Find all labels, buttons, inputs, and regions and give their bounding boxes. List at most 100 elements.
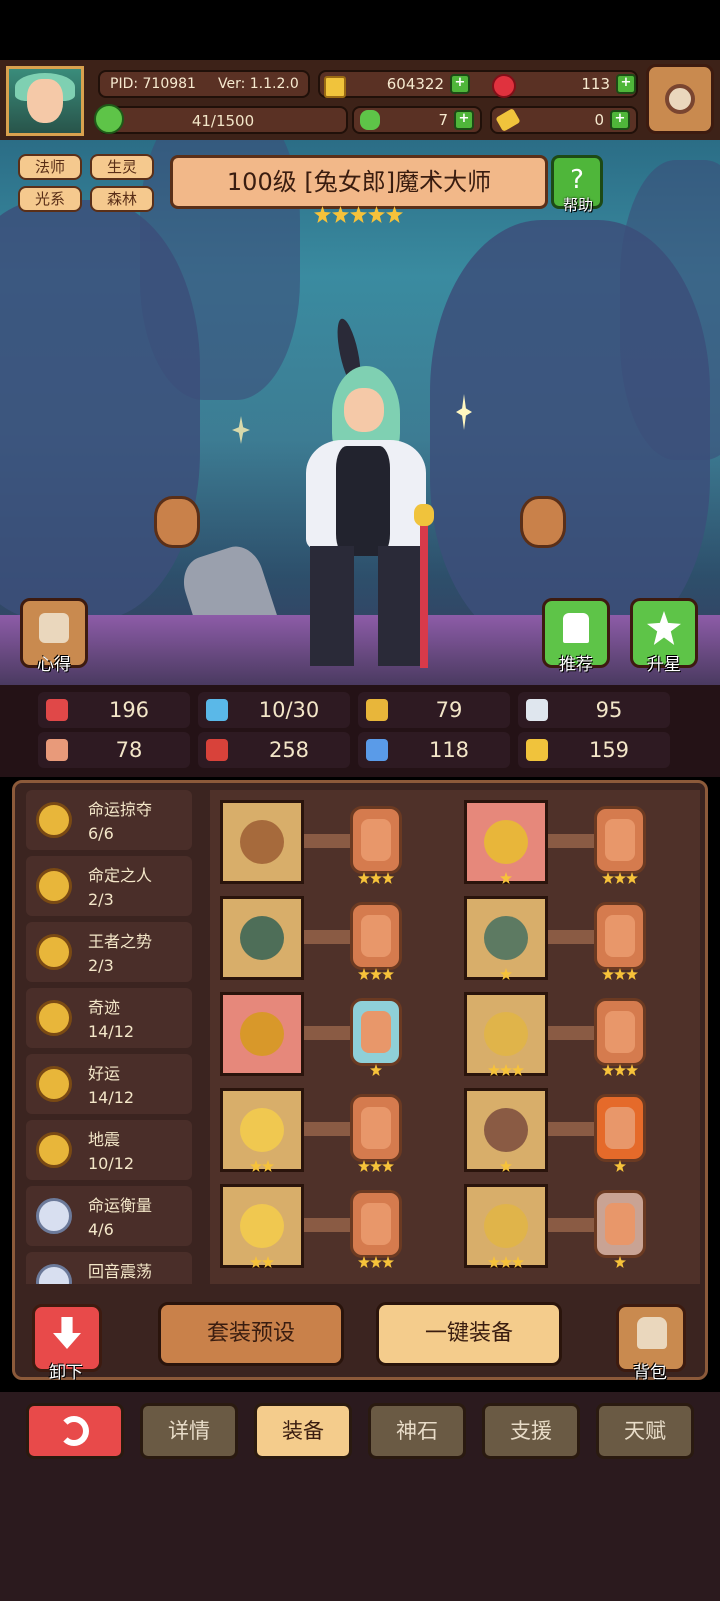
add-gold-button[interactable]: + [450, 74, 470, 94]
rune-slot[interactable] [350, 902, 402, 970]
next-hero-button[interactable] [520, 496, 566, 548]
star-icon [614, 968, 626, 980]
hero-suit [336, 446, 390, 556]
set-bonus-item[interactable]: 好运 14/12 [26, 1054, 192, 1114]
gold-value: 604322 [386, 75, 444, 93]
key-icon [495, 108, 521, 132]
orb-icon [240, 916, 284, 960]
stat-value: 196 [108, 698, 150, 722]
prev-hero-button[interactable] [154, 496, 200, 548]
star-icon [626, 1064, 638, 1076]
set-medal-icon [36, 868, 72, 904]
tab-equipment[interactable]: 装备 [254, 1403, 352, 1459]
set-bonus-item[interactable]: 回音震荡 [26, 1252, 192, 1284]
rune-slot[interactable] [350, 1190, 402, 1258]
star-icon [370, 1256, 382, 1268]
notes-label: 心得 [37, 655, 71, 675]
rune-slot[interactable] [594, 1094, 646, 1162]
bag-label: 背包 [633, 1363, 667, 1383]
set-bonus-name: 好运 [88, 1064, 121, 1083]
star-icon [500, 968, 512, 980]
add-clover-button[interactable]: + [454, 110, 474, 130]
settings-button[interactable] [646, 64, 714, 134]
rune-slot[interactable] [594, 998, 646, 1066]
equipment-slot[interactable] [220, 800, 304, 884]
rune-stars [614, 1256, 626, 1268]
rune-slot[interactable] [350, 1094, 402, 1162]
star-icon [614, 1160, 626, 1172]
rune-glyph-icon [361, 819, 391, 861]
hero-tag: 法师 [18, 154, 82, 180]
item-stars [488, 1064, 524, 1076]
tab-god-stone[interactable]: 神石 [368, 1403, 466, 1459]
gear-icon [665, 84, 695, 114]
unequip-label: 卸下 [49, 1363, 83, 1383]
stat-water-drop: 10/30 [198, 692, 350, 728]
equipment-slot[interactable] [220, 992, 304, 1076]
set-bonus-item[interactable]: 地震 10/12 [26, 1120, 192, 1180]
set-medal-icon [36, 1000, 72, 1036]
set-bonus-item[interactable]: 奇迹 14/12 [26, 988, 192, 1048]
star-icon [614, 872, 626, 884]
set-preset-button[interactable]: 套装预设 [158, 1302, 344, 1366]
star-icon [350, 206, 367, 223]
socket-link [546, 1218, 594, 1232]
set-bonus-item[interactable]: 王者之势 2/3 [26, 922, 192, 982]
back-button[interactable] [26, 1403, 124, 1459]
star-icon [626, 872, 638, 884]
player-avatar[interactable] [6, 66, 84, 136]
socket-link [546, 1122, 594, 1136]
set-bonus-name: 命运衡量 [88, 1196, 153, 1215]
set-bonus-count: 6/6 [88, 824, 114, 843]
set-medal-icon [36, 1198, 72, 1234]
socket-link [302, 1122, 350, 1136]
rune-slot[interactable] [594, 1190, 646, 1258]
set-bonus-item[interactable]: 命定之人 2/3 [26, 856, 192, 916]
one-click-equip-button[interactable]: 一键装备 [376, 1302, 562, 1366]
boots-icon [484, 1204, 528, 1248]
stat-book: 258 [198, 732, 350, 768]
stat-fist: 78 [38, 732, 190, 768]
water-drop-icon [206, 699, 228, 721]
rune-slot[interactable] [350, 998, 402, 1066]
star-icon [602, 1064, 614, 1076]
set-bonus-item[interactable]: 命运衡量 4/6 [26, 1186, 192, 1246]
star-icon [250, 1160, 262, 1172]
ring-icon [240, 1204, 284, 1248]
rune-slot[interactable] [594, 806, 646, 874]
fist-icon [46, 739, 68, 761]
socket-link [302, 834, 350, 848]
star-icon [614, 1064, 626, 1076]
star-icon [647, 611, 681, 645]
rune-stars [370, 1064, 382, 1076]
recommend-label: 推荐 [559, 655, 593, 675]
item-stars [250, 1256, 274, 1268]
star-icon [614, 1256, 626, 1268]
set-bonus-count: 14/12 [88, 1022, 135, 1041]
rune-stars [602, 872, 638, 884]
add-gem-button[interactable]: + [616, 74, 636, 94]
set-bonus-count: 10/12 [88, 1154, 135, 1173]
tab-support[interactable]: 支援 [482, 1403, 580, 1459]
set-medal-icon [36, 1132, 72, 1168]
tab-details[interactable]: 详情 [140, 1403, 238, 1459]
rune-slot[interactable] [594, 902, 646, 970]
set-bonus-list[interactable]: 命运掠夺 6/6 命定之人 2/3 王者之势 2/3 奇迹 14/12 好运 14/12 地震 10/… [22, 790, 200, 1284]
star-icon [332, 206, 349, 223]
clover-icon [360, 110, 380, 130]
currency-bar: 604322 + 113 + [318, 70, 638, 98]
add-key-button[interactable]: + [610, 110, 630, 130]
stat-horseshoe: 159 [518, 732, 670, 768]
hero-face [344, 388, 384, 432]
rune-stars [358, 1256, 394, 1268]
rune-glyph-icon [361, 915, 391, 957]
star-icon [500, 872, 512, 884]
star-icon [370, 1160, 382, 1172]
hero-tag: 森林 [90, 186, 154, 212]
tab-talent[interactable]: 天赋 [596, 1403, 694, 1459]
rune-slot[interactable] [350, 806, 402, 874]
clover-counter: 7 + [352, 106, 482, 134]
set-bonus-item[interactable]: 命运掠夺 6/6 [26, 790, 192, 850]
equipment-slot[interactable] [220, 896, 304, 980]
star-icon [358, 872, 370, 884]
